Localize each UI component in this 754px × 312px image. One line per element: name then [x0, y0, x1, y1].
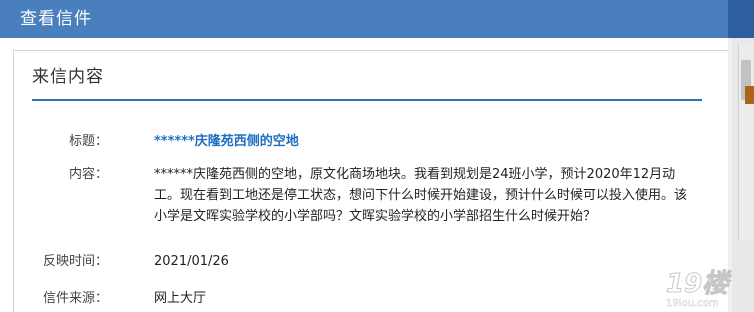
- svg-text:19lou.com: 19lou.com: [666, 298, 719, 309]
- site-watermark-logo: 19楼 19lou.com: [666, 269, 733, 310]
- section-divider: [32, 99, 702, 101]
- source-value: 网上大厅: [154, 291, 207, 306]
- modal-header: 查看信件: [0, 0, 728, 38]
- date-label: 反映时间：: [42, 254, 108, 269]
- subject-label: 标题：: [68, 134, 108, 149]
- modal-title: 查看信件: [20, 9, 92, 29]
- letter-modal: 查看信件 来信内容 标题： ******庆隆苑西侧的空地 内容： ******庆…: [0, 0, 728, 312]
- date-value: 2021/01/26: [154, 254, 229, 269]
- svg-text:19楼: 19楼: [666, 269, 732, 299]
- content-label: 内容：: [68, 167, 108, 182]
- source-label: 信件来源：: [42, 291, 108, 306]
- section-heading: 来信内容: [32, 67, 104, 87]
- content-value: ******庆隆苑西侧的空地，原文化商场地块。我看到规划是24班小学，预计202…: [154, 167, 688, 224]
- subject-link[interactable]: ******庆隆苑西侧的空地: [154, 134, 299, 149]
- subject-value: ******庆隆苑西侧的空地: [154, 131, 699, 152]
- background-header-strip: [728, 0, 754, 38]
- background-accent-mark: [745, 86, 754, 104]
